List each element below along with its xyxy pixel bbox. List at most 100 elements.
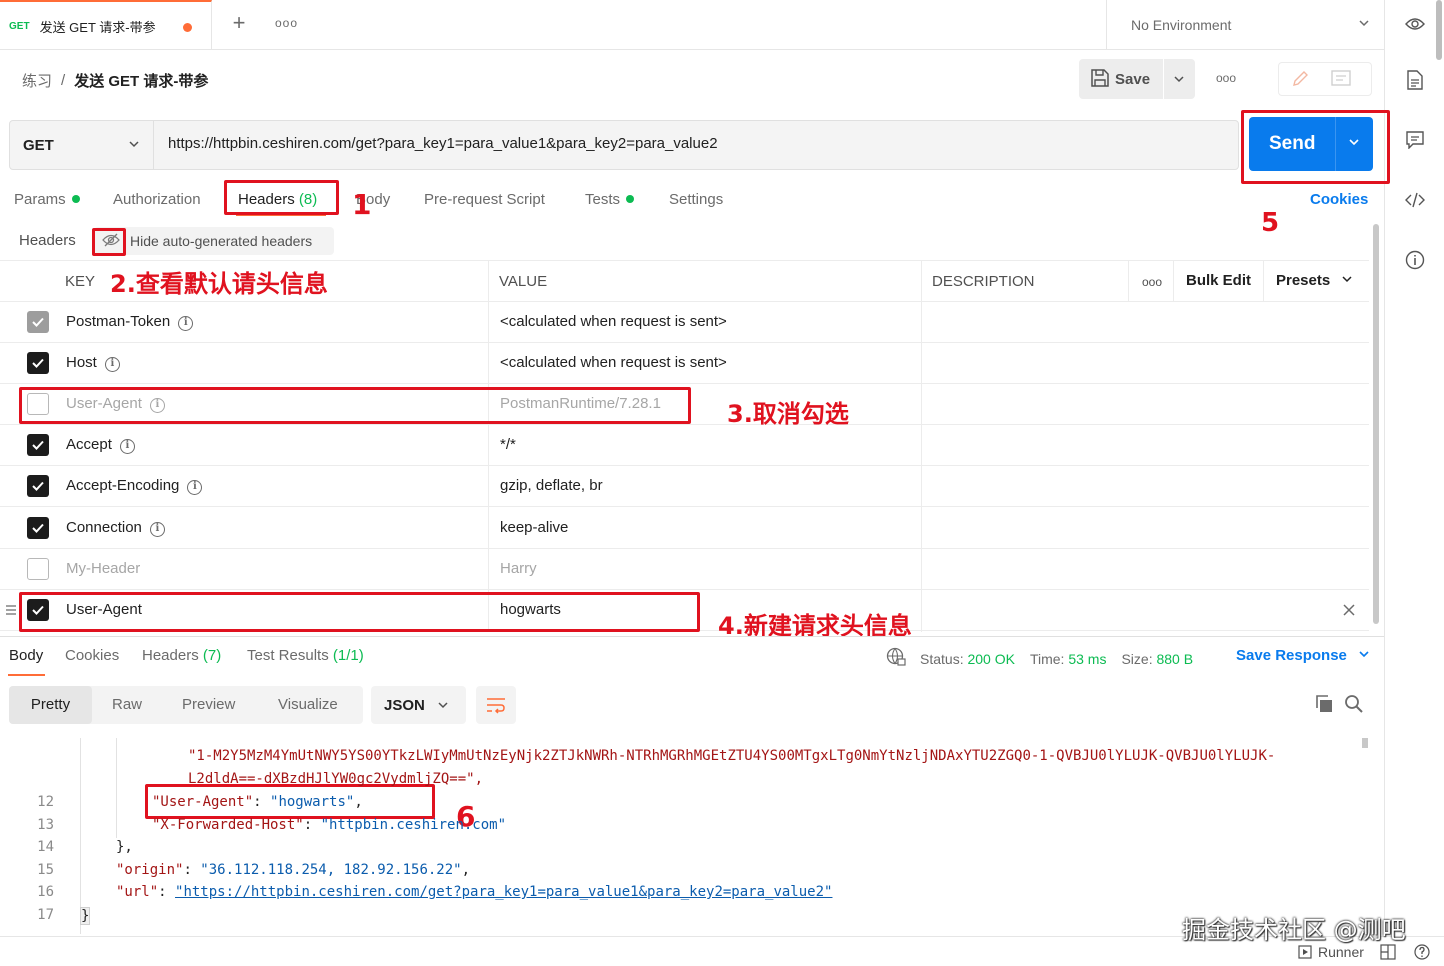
header-key-cell[interactable]: Accept-Encoding i <box>66 477 203 495</box>
response-status: Status: 200 OK Time: 53 ms Size: 880 B <box>886 647 1193 670</box>
table-scrollbar[interactable] <box>1373 224 1379 624</box>
header-value-cell[interactable]: Harry <box>500 560 537 577</box>
view-pretty[interactable]: Pretty <box>9 686 92 724</box>
column-key: KEY <box>65 273 96 290</box>
breadcrumb-collection[interactable]: 练习 <box>22 70 52 91</box>
response-tab-body[interactable]: Body <box>9 647 43 664</box>
header-key-cell[interactable]: Host i <box>66 354 120 372</box>
tab-settings[interactable]: Settings <box>669 191 723 208</box>
table-row: Host i <calculated when request is sent> <box>0 343 1369 384</box>
right-sidebar <box>1384 0 1444 936</box>
documentation-icon[interactable] <box>1403 68 1427 92</box>
save-label: Save <box>1115 70 1151 88</box>
line-number: 17 <box>37 907 54 923</box>
info-icon[interactable]: i <box>104 357 120 372</box>
code-ua-value: "hogwarts" <box>270 794 355 810</box>
column-more-icon[interactable]: ooo <box>1142 275 1162 289</box>
header-value-cell[interactable]: <calculated when request is sent> <box>500 313 727 330</box>
code-close-brace: }, <box>116 839 133 855</box>
header-enable-checkbox[interactable] <box>27 352 49 374</box>
code-url-link[interactable]: "https://httpbin.ceshiren.com/get?para_k… <box>175 884 832 900</box>
size-value[interactable]: 880 B <box>1156 651 1193 667</box>
environment-selector[interactable]: No Environment <box>1106 0 1384 50</box>
header-enable-checkbox[interactable] <box>27 434 49 456</box>
column-divider <box>1128 260 1129 302</box>
runner-label: Runner <box>1318 944 1364 960</box>
annotation-box-new-header <box>19 592 700 632</box>
header-enable-checkbox[interactable] <box>27 517 49 539</box>
environment-label: No Environment <box>1131 17 1232 33</box>
new-tab-plus-icon[interactable]: + <box>228 12 250 34</box>
comments-icon[interactable] <box>1403 128 1427 152</box>
eye-icon[interactable] <box>1403 12 1427 36</box>
save-button[interactable]: Save <box>1079 59 1195 99</box>
url-input[interactable]: https://httpbin.ceshiren.com/get?para_ke… <box>168 135 718 152</box>
pencil-icon[interactable] <box>1291 70 1309 91</box>
code-line-url: "url": "https://httpbin.ceshiren.com/get… <box>116 884 833 900</box>
header-key-cell[interactable]: My-Header <box>66 560 140 577</box>
save-response-dropdown[interactable]: Save Response <box>1236 647 1371 664</box>
chevron-down-icon[interactable] <box>1172 72 1186 89</box>
breadcrumb-request[interactable]: 发送 GET 请求-带参 <box>74 70 208 91</box>
info-icon[interactable] <box>1403 248 1427 272</box>
wrap-lines-button[interactable] <box>476 686 516 724</box>
tab-authorization[interactable]: Authorization <box>113 191 201 208</box>
time-value[interactable]: 53 ms <box>1068 651 1106 667</box>
request-tab[interactable]: GET 发送 GET 请求-带参 <box>0 0 212 50</box>
delete-row-icon[interactable] <box>1342 603 1356 620</box>
format-select[interactable]: JSON <box>371 686 466 724</box>
header-value-cell[interactable]: <calculated when request is sent> <box>500 354 727 371</box>
header-key-cell[interactable]: Postman-Token i <box>66 313 194 331</box>
info-icon[interactable]: i <box>187 480 203 495</box>
window-scrollbar[interactable] <box>1436 0 1442 60</box>
info-icon[interactable]: i <box>178 316 194 331</box>
request-more-icon[interactable]: ooo <box>1216 71 1236 85</box>
view-visualize[interactable]: Visualize <box>278 696 338 713</box>
view-raw[interactable]: Raw <box>112 696 142 713</box>
drag-handle-icon[interactable] <box>5 603 17 620</box>
annotation-5: 5 <box>1261 208 1280 238</box>
comment-box-icon[interactable] <box>1331 70 1351 91</box>
globe-network-icon[interactable] <box>886 647 906 670</box>
table-row: My-Header Harry <box>0 549 1369 590</box>
method-select[interactable]: GET <box>10 121 154 169</box>
view-preview[interactable]: Preview <box>182 696 235 713</box>
search-icon[interactable] <box>1344 694 1364 717</box>
table-row: Accept i */* <box>0 425 1369 466</box>
column-divider <box>488 260 489 632</box>
header-value-cell[interactable]: keep-alive <box>500 519 568 536</box>
info-icon[interactable]: i <box>119 439 135 454</box>
help-icon[interactable] <box>1414 944 1430 960</box>
size-label: Size: <box>1121 650 1153 667</box>
header-key-cell[interactable]: Connection i <box>66 519 165 537</box>
response-tab-test-results[interactable]: Test Results (1/1) <box>247 647 364 664</box>
tab-tests[interactable]: Tests <box>585 191 635 208</box>
hide-auto-headers-toggle[interactable]: Hide auto-generated headers <box>94 227 334 255</box>
header-value-cell[interactable]: */* <box>500 436 516 453</box>
header-key-text: Host <box>66 354 97 371</box>
response-tab-headers[interactable]: Headers (7) <box>142 647 221 664</box>
response-tab-cookies[interactable]: Cookies <box>65 647 119 664</box>
header-key-cell[interactable]: Accept i <box>66 436 135 454</box>
tab-params[interactable]: Params <box>14 191 80 208</box>
copy-icon[interactable] <box>1314 694 1334 717</box>
response-body-code[interactable]: "1-M2Y5MzM4YmUtNWY5YS00YTkzLWIyMmUtNzEyN… <box>0 738 1384 934</box>
two-pane-icon[interactable] <box>1380 944 1396 960</box>
bulk-edit-button[interactable]: Bulk Edit <box>1186 272 1251 289</box>
annotation-2: 2.查看默认请头信息 <box>110 270 328 298</box>
code-scrollbar[interactable] <box>1362 738 1368 748</box>
response-divider[interactable] <box>0 636 1384 637</box>
status-value[interactable]: 200 OK <box>967 651 1014 667</box>
header-value-cell[interactable]: gzip, deflate, br <box>500 477 603 494</box>
header-enable-checkbox[interactable] <box>27 311 49 333</box>
presets-dropdown[interactable]: Presets <box>1276 272 1354 289</box>
info-icon[interactable]: i <box>149 522 165 537</box>
tab-more-icon[interactable]: ooo <box>275 16 298 30</box>
code-icon[interactable] <box>1403 188 1427 212</box>
header-enable-checkbox[interactable] <box>27 558 49 580</box>
cookies-link[interactable]: Cookies <box>1310 191 1368 208</box>
runner-button[interactable]: Runner <box>1298 944 1430 960</box>
header-enable-checkbox[interactable] <box>27 475 49 497</box>
line-number: 16 <box>37 884 54 900</box>
tab-prerequest-script[interactable]: Pre-request Script <box>424 191 545 208</box>
